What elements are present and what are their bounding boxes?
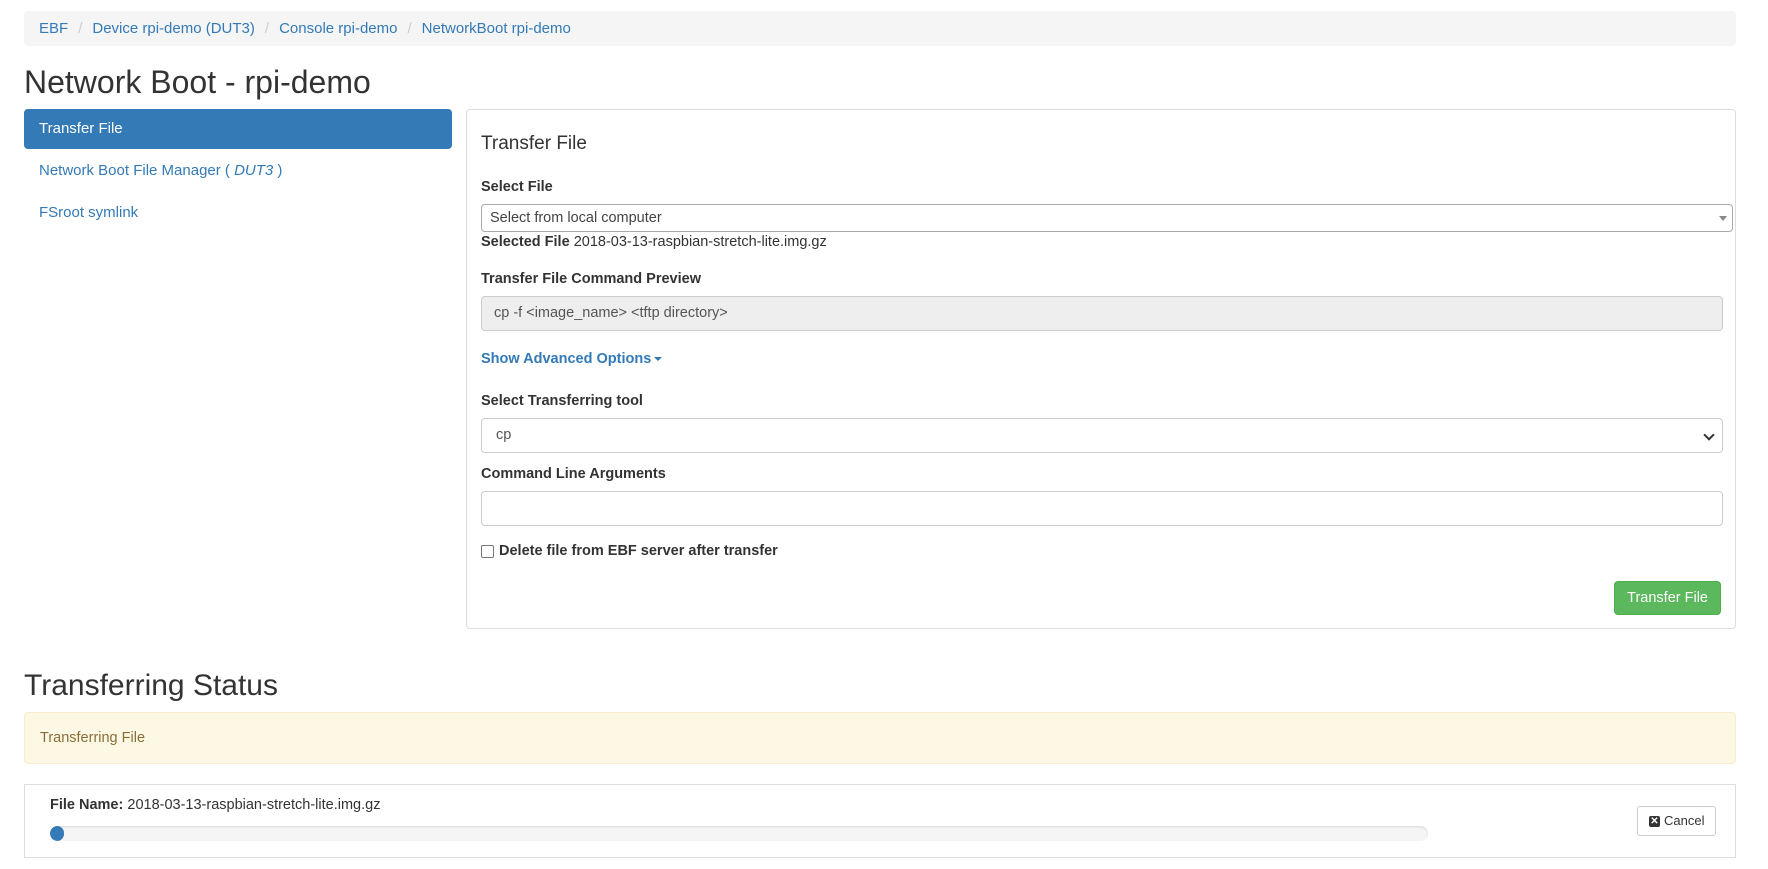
transfer-progress-bar [50, 826, 1428, 841]
nav-item-file-manager[interactable]: Network Boot File Manager ( DUT3 ) [24, 151, 452, 191]
cancel-button[interactable]: ✕ Cancel [1637, 806, 1717, 836]
select-file-label: Select File [481, 179, 553, 195]
nav-item-transfer-file[interactable]: Transfer File [24, 109, 452, 149]
tool-label: Select Transferring tool [481, 393, 643, 409]
transfer-file-panel: Transfer File Select File Select from lo… [466, 109, 1736, 629]
page-title: Network Boot - rpi-demo [24, 64, 371, 100]
breadcrumb: EBF / Device rpi-demo (DUT3) / Console r… [24, 11, 1736, 46]
breadcrumb-separator: / [407, 20, 412, 37]
nav-item-file-manager-prefix: Network Boot File Manager ( [39, 162, 230, 179]
delete-file-option: Delete file from EBF server after transf… [481, 543, 778, 559]
breadcrumb-ebf[interactable]: EBF [39, 20, 68, 37]
page: EBF / Device rpi-demo (DUT3) / Console r… [0, 0, 1768, 869]
transfer-status-panel: File Name: 2018-03-13-raspbian-stretch-l… [24, 784, 1736, 858]
nav-item-file-manager-suffix: ) [277, 162, 283, 179]
dropdown-arrow-icon [1719, 216, 1727, 221]
select-file-value: Select from local computer [490, 210, 662, 226]
caret-down-icon [654, 357, 663, 362]
advanced-options-label: Show Advanced Options [481, 351, 652, 367]
status-title: Transferring Status [24, 669, 278, 702]
breadcrumb-separator: / [78, 20, 83, 37]
show-advanced-options-link[interactable]: Show Advanced Options [481, 351, 663, 367]
tool-select-value: cp [496, 427, 512, 443]
panel-title: Transfer File [481, 133, 587, 154]
cancel-label: Cancel [1664, 813, 1705, 828]
selected-file-label: Selected File [481, 234, 570, 250]
command-preview-label: Transfer File Command Preview [481, 271, 701, 287]
nav-item-fsroot-symlink[interactable]: FSroot symlink [24, 193, 452, 233]
transfer-status-alert: Transferring File [24, 712, 1736, 764]
transfer-file-button[interactable]: Transfer File [1614, 581, 1721, 615]
selected-file-value: 2018-03-13-raspbian-stretch-lite.img.gz [573, 234, 827, 250]
breadcrumb-console[interactable]: Console rpi-demo [279, 20, 397, 37]
file-name: File Name: 2018-03-13-raspbian-stretch-l… [50, 797, 380, 813]
delete-file-checkbox[interactable] [481, 544, 494, 558]
side-nav: Transfer File Network Boot File Manager … [24, 109, 452, 235]
command-preview-field: cp -f <image_name> <tftp directory> [481, 296, 1723, 331]
close-icon: ✕ [1649, 815, 1660, 827]
file-name-label: File Name: [50, 797, 124, 813]
tool-select[interactable]: cp [481, 418, 1723, 453]
chevron-down-icon [1703, 429, 1715, 441]
breadcrumb-separator: / [264, 20, 270, 37]
delete-file-label: Delete file from EBF server after transf… [499, 543, 778, 559]
args-label: Command Line Arguments [481, 466, 666, 482]
command-line-args-input[interactable] [481, 491, 1723, 526]
file-name-value: 2018-03-13-raspbian-stretch-lite.img.gz [127, 797, 381, 813]
breadcrumb-device[interactable]: Device rpi-demo (DUT3) [92, 20, 255, 37]
progress-fill [50, 826, 64, 841]
breadcrumb-networkboot[interactable]: NetworkBoot rpi-demo [422, 20, 571, 37]
selected-file: Selected File 2018-03-13-raspbian-stretc… [481, 234, 827, 250]
select-file-dropdown[interactable]: Select from local computer [481, 204, 1733, 232]
nav-item-file-manager-device: DUT3 [234, 162, 274, 179]
